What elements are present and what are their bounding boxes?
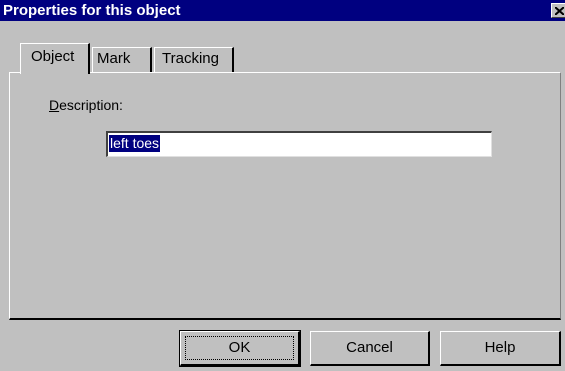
window-title: Properties for this object bbox=[3, 2, 181, 19]
description-label: Description: bbox=[49, 97, 123, 113]
tab-object[interactable]: Object bbox=[20, 43, 90, 74]
description-label-accelerator: D bbox=[49, 97, 60, 113]
title-bar[interactable]: Properties for this object bbox=[0, 0, 565, 21]
description-input[interactable]: left toes bbox=[106, 131, 492, 157]
ok-button[interactable]: OK bbox=[179, 330, 301, 367]
cancel-button[interactable]: Cancel bbox=[310, 331, 430, 366]
ok-button-label: OK bbox=[228, 339, 251, 356]
close-button[interactable] bbox=[551, 3, 565, 18]
cancel-button-label: Cancel bbox=[346, 339, 393, 356]
help-button[interactable]: Help bbox=[440, 331, 561, 366]
description-label-text: escription: bbox=[59, 97, 123, 113]
help-button-label: Help bbox=[484, 339, 516, 356]
tab-tracking-label: Tracking bbox=[162, 50, 219, 67]
close-icon bbox=[555, 7, 564, 15]
tab-object-label: Object bbox=[31, 48, 75, 65]
tab-mark-label: Mark bbox=[97, 50, 131, 67]
tab-mark[interactable]: Mark bbox=[92, 47, 152, 72]
tab-tracking[interactable]: Tracking bbox=[154, 47, 234, 72]
properties-dialog: Properties for this object Object Mark T… bbox=[0, 0, 565, 371]
description-value: left toes bbox=[109, 135, 161, 152]
